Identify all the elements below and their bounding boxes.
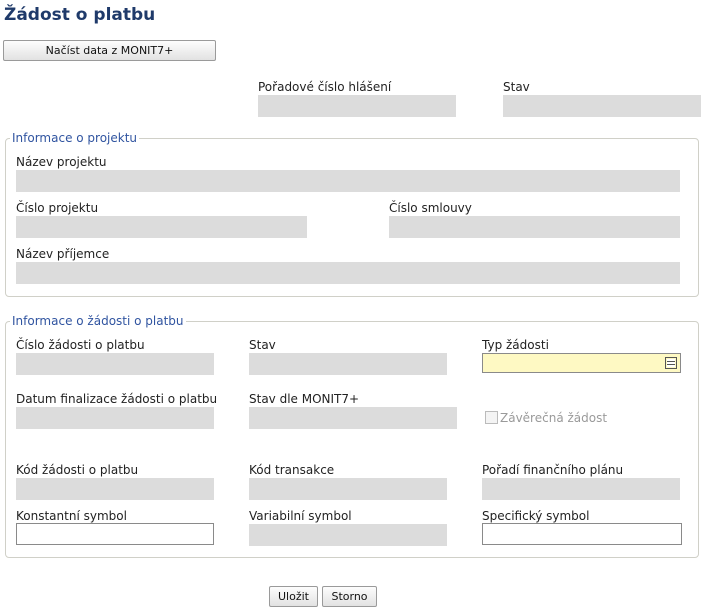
project-name-label: Název projektu (16, 155, 107, 169)
list-icon[interactable] (665, 357, 677, 369)
order-number-field (258, 95, 456, 117)
request-number-field (16, 353, 214, 375)
request-type-select[interactable] (482, 353, 681, 373)
final-request-label: Závěrečná žádost (500, 411, 608, 425)
recipient-name-field (16, 262, 680, 284)
request-number-label: Číslo žádosti o platbu (16, 338, 145, 352)
finalization-date-field (16, 407, 214, 429)
save-button[interactable]: Uložit (269, 586, 318, 607)
variable-symbol-field (249, 524, 447, 546)
monit-status-field (249, 407, 457, 429)
monit-status-label: Stav dle MONIT7+ (249, 392, 360, 406)
load-from-monit-button[interactable]: Načíst data z MONIT7+ (3, 40, 216, 61)
project-name-field (16, 170, 680, 192)
specific-symbol-input[interactable] (482, 523, 682, 545)
recipient-name-label: Název příjemce (16, 247, 110, 261)
finalization-date-label: Datum finalizace žádosti o platbu (16, 392, 218, 406)
plan-order-field (482, 478, 680, 500)
request-type-label: Typ žádosti (482, 338, 549, 352)
final-request-checkbox[interactable] (485, 411, 498, 424)
page-title: Žádost o platbu (4, 5, 156, 25)
contract-number-field (389, 216, 680, 238)
variable-symbol-label: Variabilní symbol (249, 509, 352, 523)
transaction-code-label: Kód transakce (249, 463, 335, 477)
request-status-field (249, 353, 447, 375)
project-number-field (16, 216, 307, 238)
constant-symbol-input[interactable] (16, 523, 214, 545)
request-info-legend: Informace o žádosti o platbu (12, 314, 184, 328)
header-status-label: Stav (503, 80, 530, 94)
contract-number-label: Číslo smlouvy (389, 201, 472, 215)
specific-symbol-label: Specifický symbol (482, 509, 590, 523)
request-code-field (16, 478, 214, 500)
project-number-label: Číslo projektu (16, 201, 99, 215)
request-code-label: Kód žádosti o platbu (16, 463, 139, 477)
constant-symbol-label: Konstantní symbol (16, 509, 127, 523)
order-number-label: Pořadové číslo hlášení (258, 80, 392, 94)
request-status-label: Stav (249, 338, 276, 352)
plan-order-label: Pořadí finančního plánu (482, 463, 624, 477)
transaction-code-field (249, 478, 447, 500)
cancel-button[interactable]: Storno (322, 586, 377, 607)
header-status-field (503, 95, 701, 117)
project-info-legend: Informace o projektu (12, 131, 138, 145)
